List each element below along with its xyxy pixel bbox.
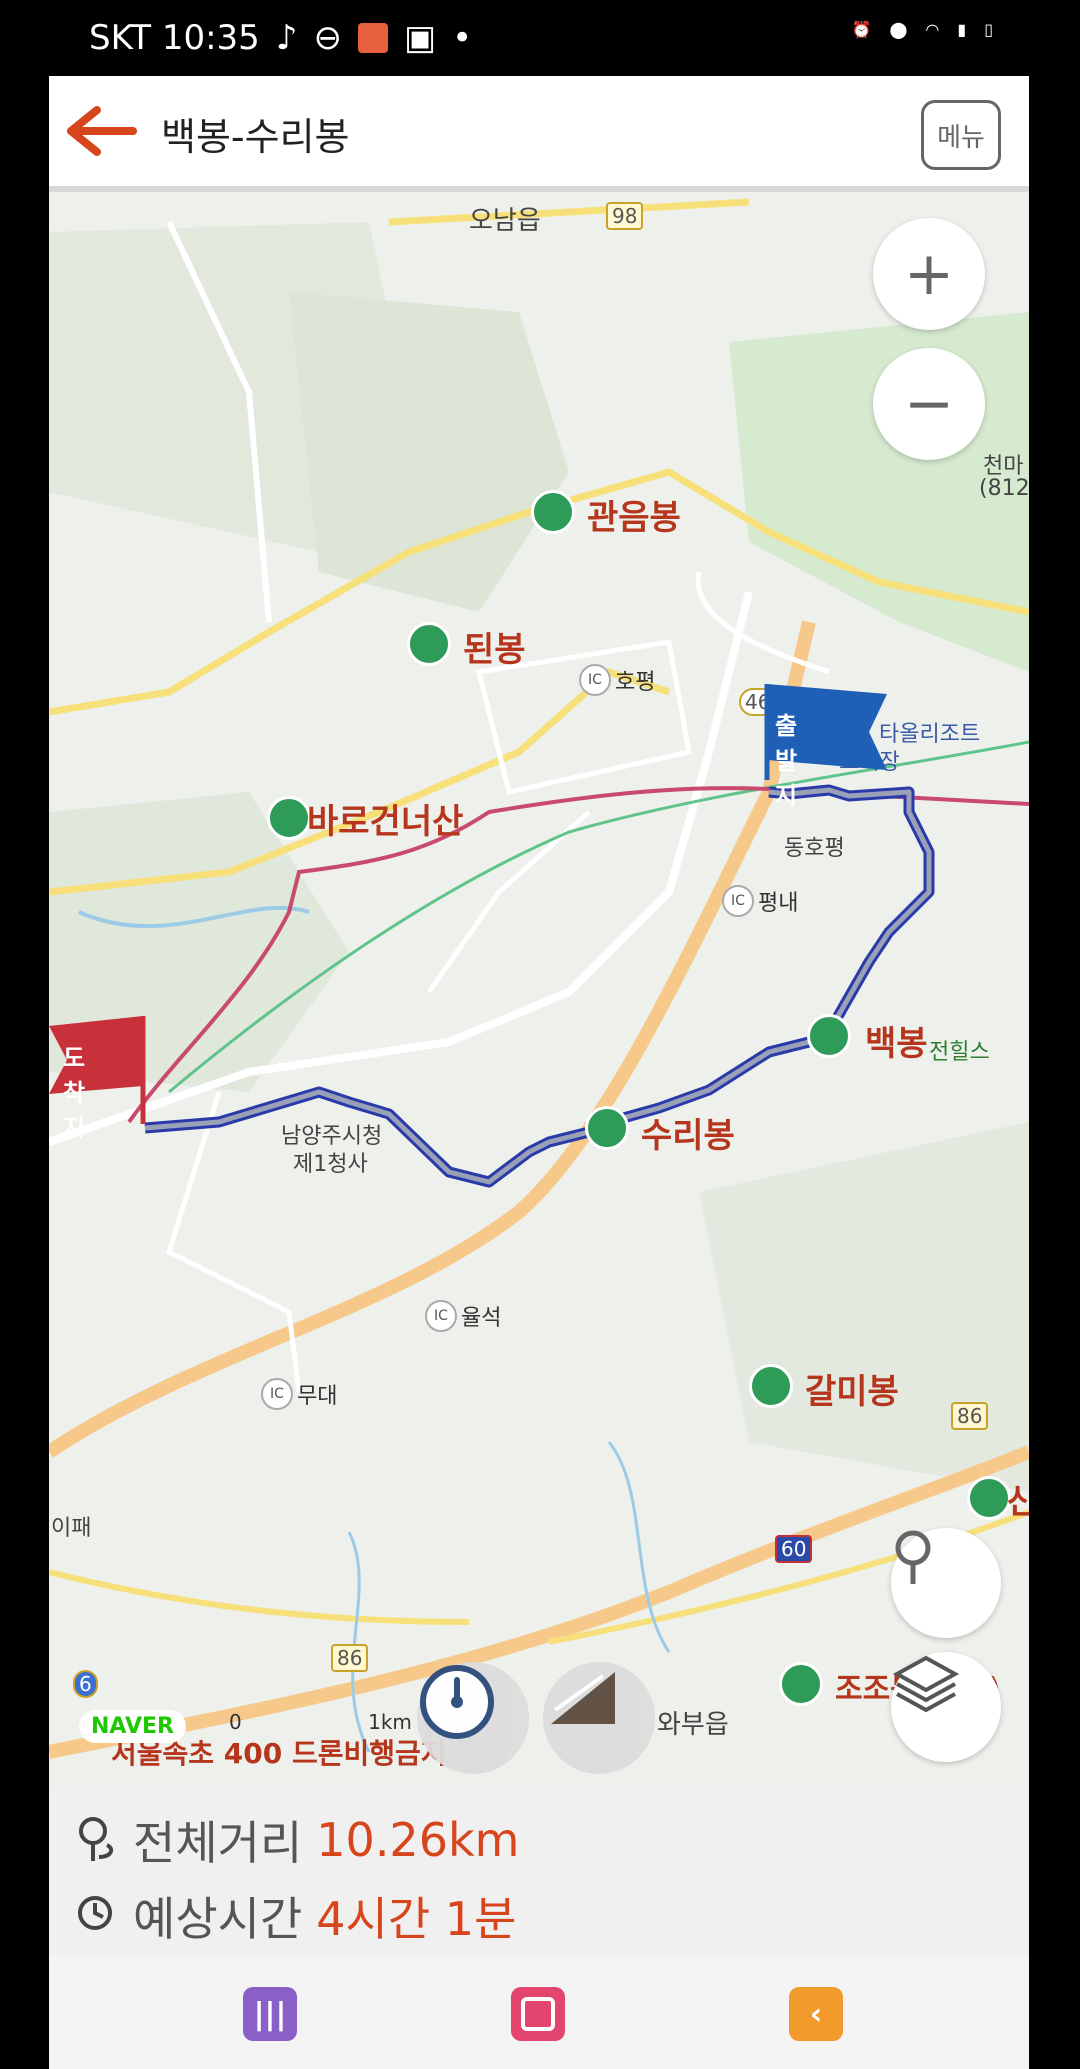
road-badge-60: 60 xyxy=(775,1535,813,1563)
my-location-button[interactable] xyxy=(891,1528,1001,1638)
place-dongho: 동호평 xyxy=(784,836,845,861)
map-layers-button[interactable] xyxy=(891,1652,1001,1762)
road-badge-98: 98 xyxy=(606,202,644,230)
status-bar: SKT 10:35 ♪ ⊖ ▣ • ⏰ ⬤ ◠ ▮ ▯ xyxy=(49,0,1029,76)
back-nav-button[interactable]: ‹ xyxy=(789,1987,843,2041)
peak-label-doen[interactable]: 된봉 xyxy=(463,622,526,671)
peak-label-suri[interactable]: 수리봉 xyxy=(641,1108,735,1157)
map-scale: 0 1km xyxy=(229,1710,412,1734)
app-notification-icon xyxy=(358,23,388,53)
distance-row: 전체거리 10.26km xyxy=(75,1807,519,1873)
peak-marker-doen[interactable] xyxy=(407,622,451,666)
battery-icon: ▯ xyxy=(984,20,993,39)
place-jeonhills: 전힐스 xyxy=(929,1040,990,1065)
more-dot-icon: • xyxy=(452,18,473,58)
route-info-panel: 전체거리 10.26km 예상시간 4시간 1분 xyxy=(49,1787,1029,1955)
home-icon xyxy=(521,1997,555,2031)
peak-label-gwaneum[interactable]: 관음봉 xyxy=(587,490,681,539)
peak-label-baekbong[interactable]: 백봉 xyxy=(865,1016,928,1065)
alarm-icon: ⏰ xyxy=(851,20,872,39)
place-ski-resort: 타올리조트 xyxy=(879,722,981,747)
flag-icon xyxy=(764,684,887,780)
road-badge-6: 6 xyxy=(73,1670,98,1698)
location-icon: ⬤ xyxy=(889,20,908,39)
peak-marker-suri[interactable] xyxy=(585,1106,629,1150)
page-title: 백봉-수리봉 xyxy=(161,115,350,159)
elevation-icon xyxy=(551,1672,615,1724)
menu-button[interactable]: 메뉴 xyxy=(921,100,1001,170)
ic-icon: IC xyxy=(579,664,611,696)
road-badge-86b: 86 xyxy=(331,1644,369,1672)
zoom-out-button[interactable]: − xyxy=(873,348,985,460)
peak-marker-gwaneum[interactable] xyxy=(531,490,575,534)
ic-icon: IC xyxy=(722,885,754,917)
peak-marker-san[interactable] xyxy=(967,1476,1011,1520)
distance-value: 10.26km xyxy=(316,1813,520,1867)
back-arrow-icon xyxy=(67,106,137,156)
peak-label-san[interactable]: 산 xyxy=(1007,1474,1029,1523)
distance-label: 전체거리 xyxy=(133,1816,303,1870)
end-flag-label: 도착지 xyxy=(63,1044,86,1142)
peak-marker-galmi[interactable] xyxy=(749,1364,793,1408)
ic-icon: IC xyxy=(261,1378,293,1410)
music-icon: ♪ xyxy=(275,18,298,58)
recent-apps-button[interactable]: ||| xyxy=(243,1987,297,2041)
road-badge-86a: 86 xyxy=(951,1402,989,1430)
speedometer-icon xyxy=(420,1665,494,1739)
time-row: 예상시간 4시간 1분 xyxy=(75,1883,516,1949)
speedometer-button[interactable] xyxy=(417,1662,529,1774)
town-label-onam: 오남읍 xyxy=(469,206,541,236)
home-button[interactable] xyxy=(511,1987,565,2041)
time-label: 예상시간 xyxy=(133,1892,303,1946)
map-view[interactable]: 오남읍 98 IC 호평 46 동호평 IC 평내 IC 율석 IC 무대 86 86 … xyxy=(49,192,1029,1787)
signal-icon: ▮ xyxy=(957,20,967,39)
location-pin-icon xyxy=(895,1530,931,1584)
zoom-in-button[interactable]: + xyxy=(873,218,985,330)
place-namyangju-2: 제1청사 xyxy=(293,1152,368,1177)
wifi-icon: ◠ xyxy=(925,20,940,39)
app-header: 백봉-수리봉 메뉴 xyxy=(49,76,1029,192)
system-nav-bar: ||| ‹ xyxy=(49,1955,1029,2069)
dnd-icon: ⊖ xyxy=(313,18,343,58)
peak-marker-baekbong[interactable] xyxy=(807,1014,851,1058)
peak-marker-jojo[interactable] xyxy=(779,1662,823,1706)
scale-zero: 0 xyxy=(229,1710,242,1734)
layers-icon xyxy=(892,1655,960,1712)
start-flag-label: 출발지 xyxy=(775,712,798,810)
interchange-hopyeong: IC 호평 xyxy=(579,664,655,696)
ic-icon: IC xyxy=(425,1300,457,1332)
peak-label-galmi[interactable]: 갈미봉 xyxy=(805,1364,899,1413)
place-ipae: 이패 xyxy=(51,1516,92,1541)
carrier-time: SKT 10:35 xyxy=(89,18,260,58)
elevation-profile-button[interactable] xyxy=(543,1662,655,1774)
peak-label-baro[interactable]: 바로건너산 xyxy=(307,794,463,843)
naver-logo: NAVER xyxy=(79,1710,186,1743)
peak-marker-baro[interactable] xyxy=(267,796,311,840)
interchange-pyeongnae: IC 평내 xyxy=(722,885,798,917)
interchange-yulseok: IC 율석 xyxy=(425,1300,501,1332)
interchange-mudae: IC 무대 xyxy=(261,1378,337,1410)
app-screen: SKT 10:35 ♪ ⊖ ▣ • ⏰ ⬤ ◠ ▮ ▯ 백봉-수리봉 메뉴 오남… xyxy=(49,0,1029,2069)
back-button[interactable] xyxy=(67,106,137,156)
place-wabu: 와부읍 xyxy=(657,1710,729,1740)
route-pin-icon xyxy=(79,1817,114,1861)
image-icon: ▣ xyxy=(404,18,437,58)
time-value: 4시간 1분 xyxy=(316,1892,517,1946)
clock-icon xyxy=(78,1896,112,1930)
place-cheonma-2: (812 xyxy=(979,476,1029,501)
scale-km: 1km xyxy=(368,1710,412,1734)
